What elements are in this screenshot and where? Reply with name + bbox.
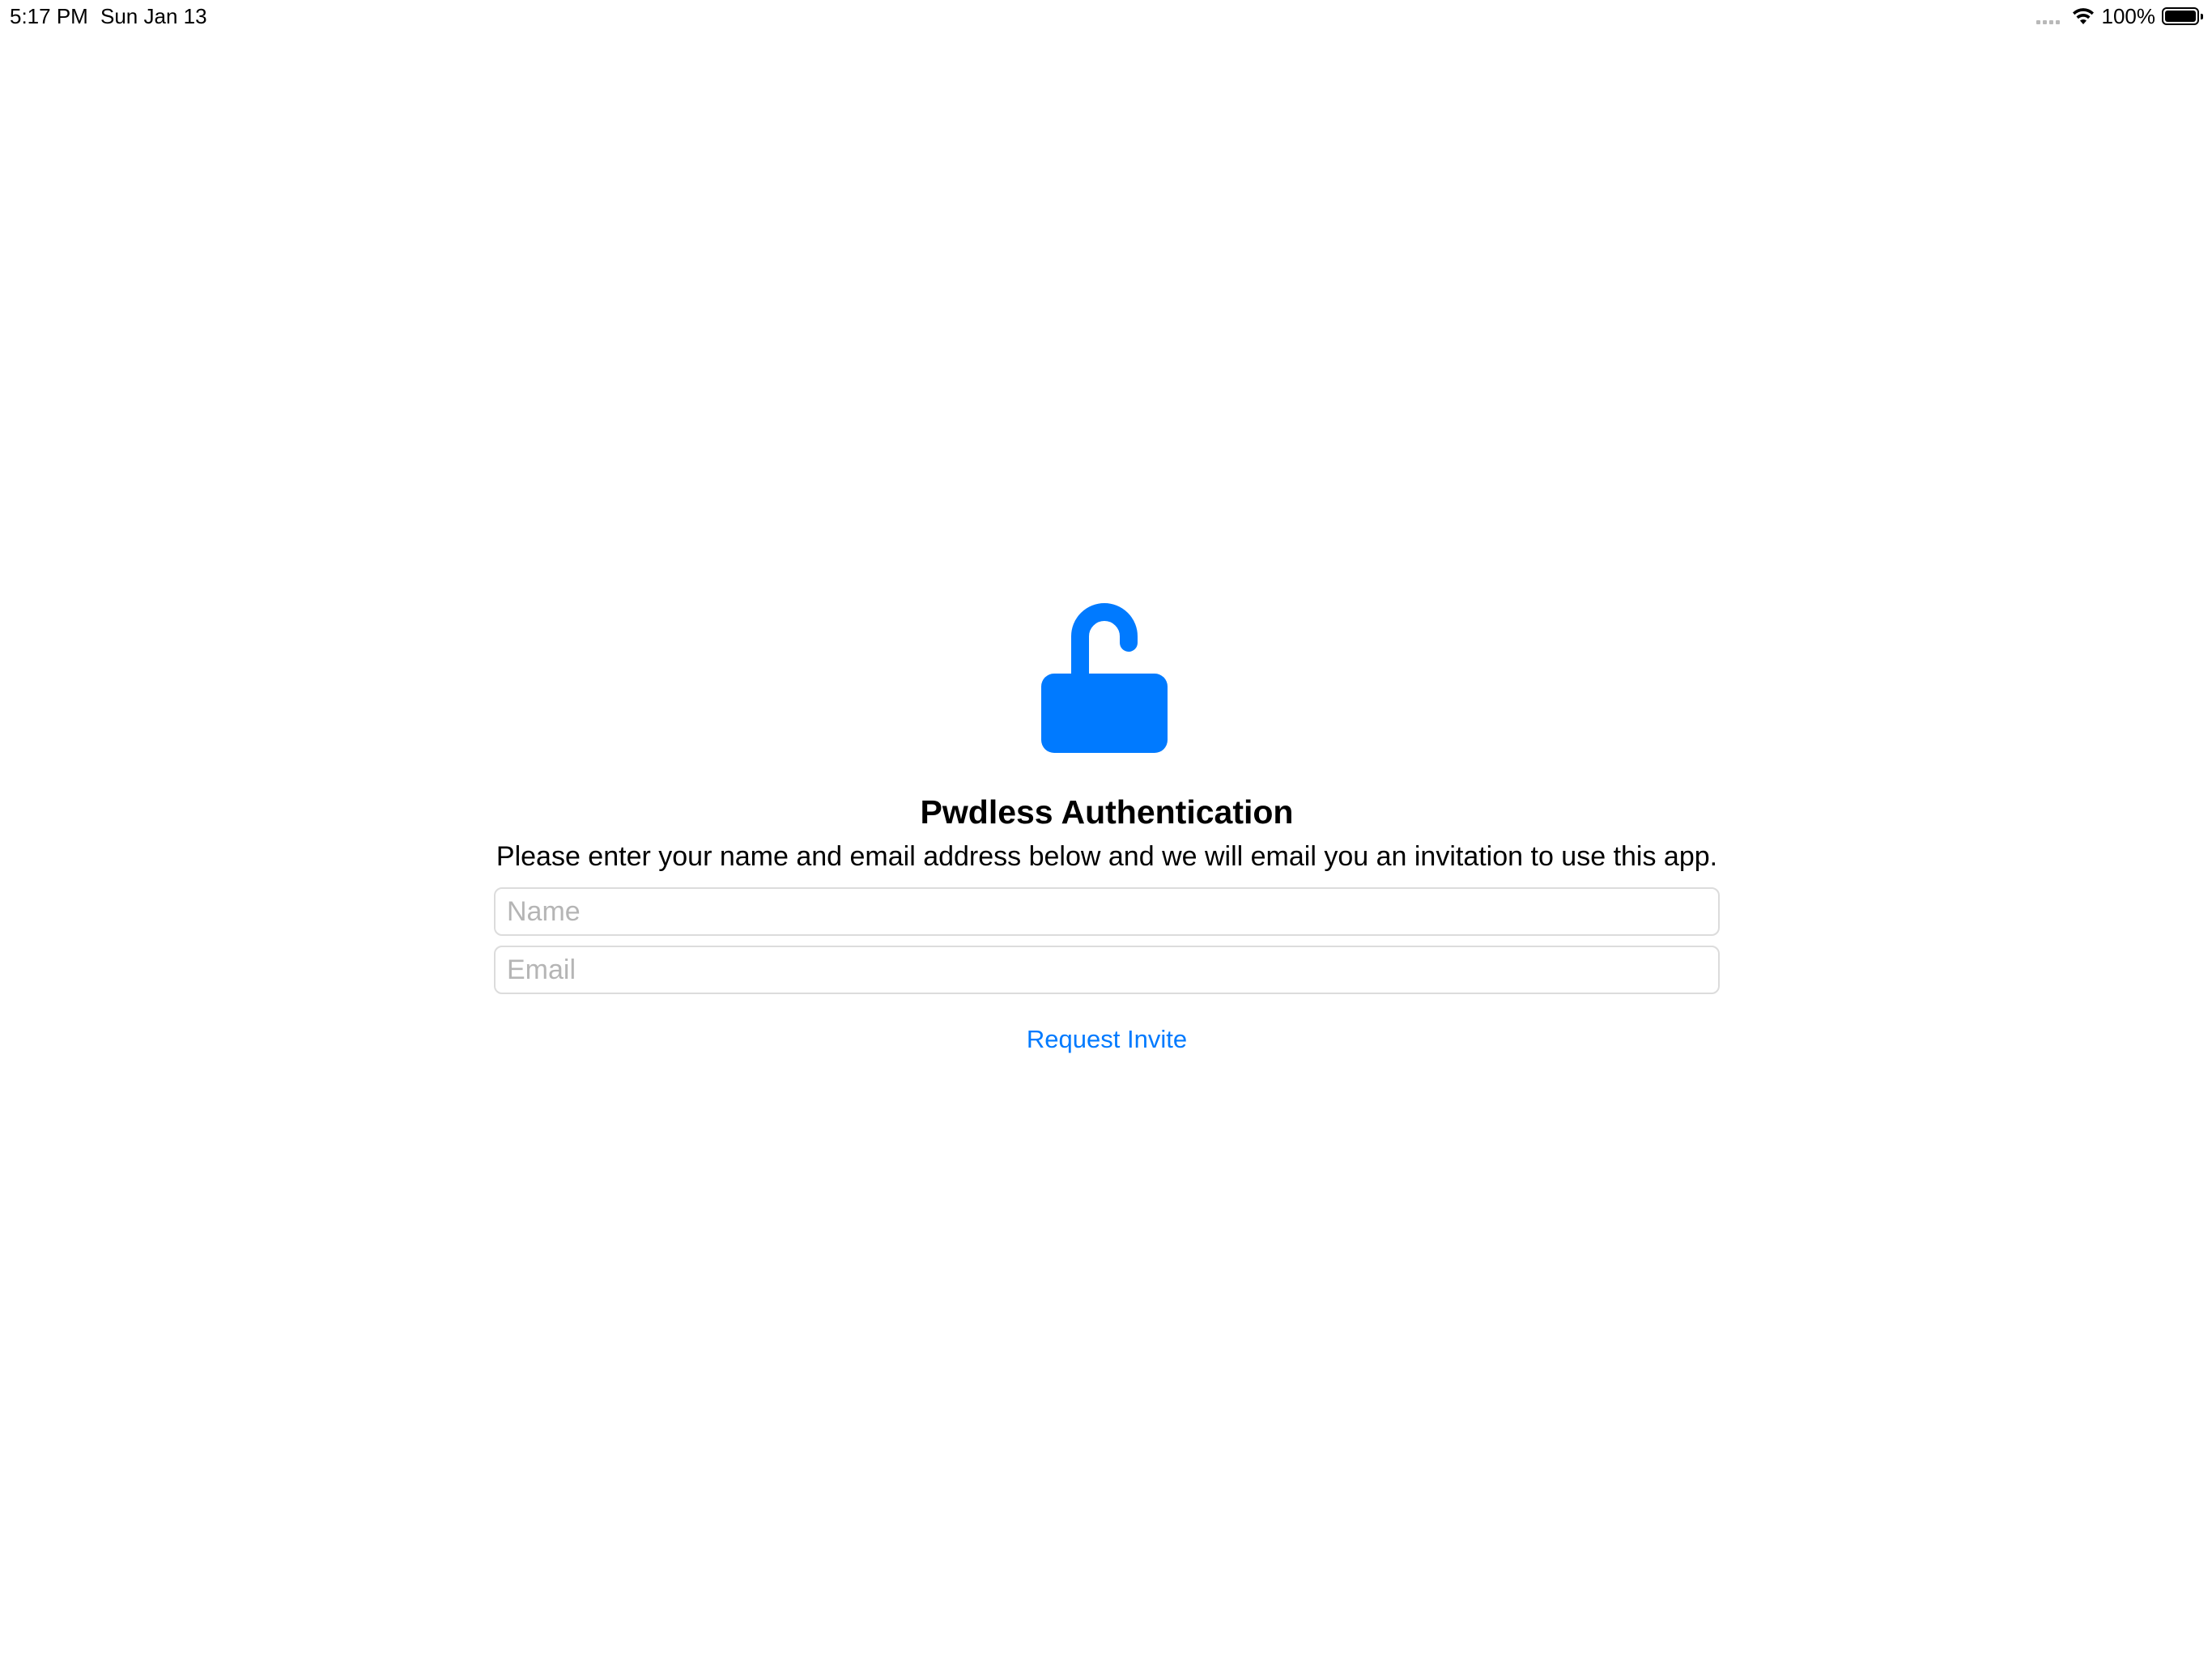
- instructions-text: Please enter your name and email address…: [496, 841, 1718, 872]
- signal-icon: [2035, 8, 2060, 24]
- battery-icon: [2162, 7, 2203, 25]
- email-field[interactable]: [494, 946, 1720, 994]
- wifi-icon: [2072, 8, 2094, 24]
- page-title: Pwdless Authentication: [920, 793, 1294, 831]
- status-date: Sun Jan 13: [100, 4, 207, 28]
- battery-level-fill: [2165, 11, 2196, 22]
- status-indicators: 100%: [2035, 3, 2203, 29]
- unlocked-padlock-icon: [1041, 603, 1168, 753]
- name-field[interactable]: [494, 887, 1720, 936]
- status-bar: 5:17 PM Sun Jan 13 100%: [0, 0, 2212, 32]
- battery-percentage: 100%: [2101, 4, 2156, 28]
- status-time: 5:17 PM: [10, 4, 88, 28]
- request-invite-button[interactable]: Request Invite: [985, 1020, 1228, 1059]
